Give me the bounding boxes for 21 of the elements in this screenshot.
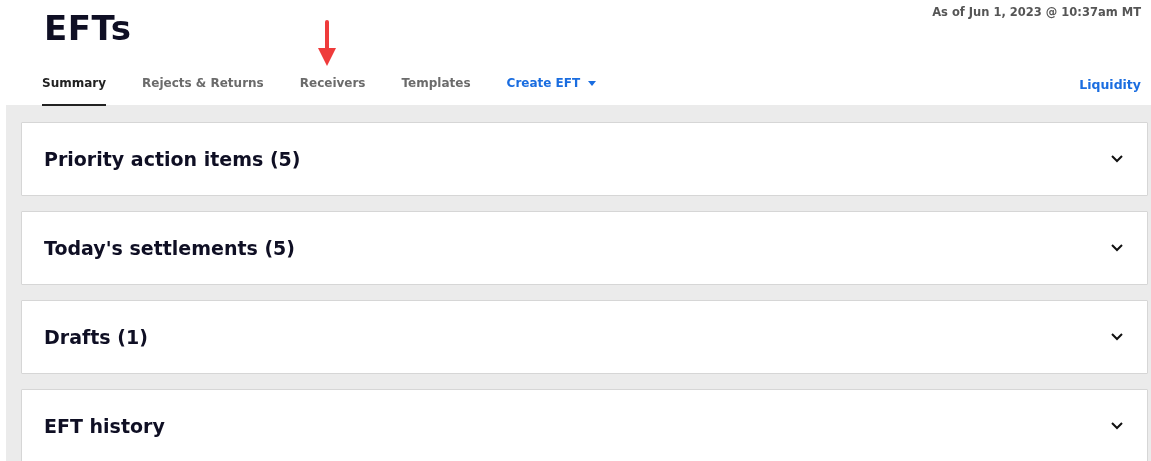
liquidity-link[interactable]: Liquidity bbox=[1079, 76, 1141, 106]
dropdown-button[interactable]: Create EFT bbox=[506, 74, 597, 106]
section-card[interactable]: Drafts (1) bbox=[21, 300, 1148, 374]
tab[interactable]: Receivers bbox=[299, 74, 366, 106]
section-title: EFT history bbox=[44, 414, 165, 438]
tab[interactable]: Rejects & Returns bbox=[142, 74, 264, 106]
tab[interactable]: Templates bbox=[401, 74, 471, 106]
section-card[interactable]: EFT history bbox=[21, 389, 1148, 461]
chevron-down-icon[interactable] bbox=[1111, 244, 1123, 252]
page-title: EFTs bbox=[44, 7, 132, 50]
chevron-down-icon[interactable] bbox=[1111, 155, 1123, 163]
section-title: Drafts (1) bbox=[44, 325, 148, 349]
annotation-arrow-icon bbox=[317, 20, 337, 66]
chevron-down-icon[interactable] bbox=[1111, 333, 1123, 341]
chevron-down-icon[interactable] bbox=[1111, 422, 1123, 430]
section-card[interactable]: Priority action items (5) bbox=[21, 122, 1148, 196]
section-title: Priority action items (5) bbox=[44, 147, 301, 171]
caret-icon bbox=[588, 80, 597, 86]
section-title: Today's settlements (5) bbox=[44, 236, 296, 260]
timestamp: As of Jun 1, 2023 @ 10:37am MT bbox=[932, 4, 1141, 21]
section-card[interactable]: Today's settlements (5) bbox=[21, 211, 1148, 285]
